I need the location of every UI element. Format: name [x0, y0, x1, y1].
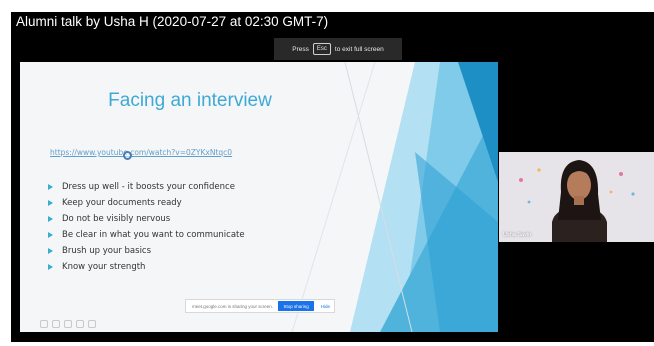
bullet-text: Do not be visibly nervous: [62, 214, 171, 224]
bullet-text: Keep your documents ready: [62, 198, 182, 208]
participant-video-tile[interactable]: Usha Savin: [499, 152, 654, 242]
pen-icon[interactable]: [64, 320, 72, 328]
prev-slide-icon[interactable]: [40, 320, 48, 328]
bullet-item: Dress up well - it boosts your confidenc…: [48, 179, 245, 195]
share-bar-text: meet.google.com is sharing your screen.: [192, 303, 274, 309]
triangle-bullet-icon: [48, 216, 53, 222]
slide-title: Facing an interview: [108, 90, 272, 111]
next-slide-icon[interactable]: [52, 320, 60, 328]
triangle-bullet-icon: [48, 200, 53, 206]
esc-hint-before: Press: [292, 45, 309, 53]
slide-link[interactable]: https://www.youtube.com/watch?v=0ZYKxNtq…: [50, 148, 232, 157]
fullscreen-exit-hint: Press Esc to exit full screen: [274, 38, 402, 60]
more-icon[interactable]: [88, 320, 96, 328]
triangle-bullet-icon: [48, 232, 53, 238]
shared-slide: Facing an interview https://www.youtube.…: [20, 62, 498, 332]
bullet-item: Do not be visibly nervous: [48, 211, 245, 227]
bullet-item: Be clear in what you want to communicate: [48, 227, 245, 243]
slide-toolbar: [40, 320, 96, 328]
slide-bullet-list: Dress up well - it boosts your confidenc…: [48, 179, 245, 275]
mouse-cursor-icon: [123, 151, 132, 160]
bullet-item: Brush up your basics: [48, 243, 245, 259]
screen-share-bar: meet.google.com is sharing your screen. …: [185, 299, 335, 313]
bullet-item: Know your strength: [48, 259, 245, 275]
bullet-text: Be clear in what you want to communicate: [62, 230, 245, 240]
bullet-text: Know your strength: [62, 262, 146, 272]
triangle-bullet-icon: [48, 264, 53, 270]
esc-hint-after: to exit full screen: [334, 45, 384, 53]
bullet-item: Keep your documents ready: [48, 195, 245, 211]
stop-sharing-button[interactable]: Stop sharing: [278, 301, 314, 311]
zoom-icon[interactable]: [76, 320, 84, 328]
hide-button[interactable]: Hide: [317, 304, 334, 309]
bullet-text: Dress up well - it boosts your confidenc…: [62, 182, 235, 192]
video-title: Alumni talk by Usha H (2020-07-27 at 02:…: [16, 14, 329, 29]
bullet-text: Brush up your basics: [62, 246, 152, 256]
participant-avatar: [499, 152, 654, 242]
participant-name: Usha Savin: [503, 232, 532, 238]
esc-key: Esc: [312, 43, 331, 55]
triangle-bullet-icon: [48, 184, 53, 190]
triangle-bullet-icon: [48, 248, 53, 254]
